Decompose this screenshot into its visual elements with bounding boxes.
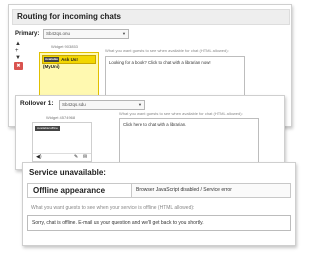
move-up-icon[interactable]: ▲	[15, 41, 21, 47]
rollover-select[interactable]: Sb42qs.sdu ▼	[59, 100, 145, 110]
service-unavailable-panel: Service unavailable: Offline appearance …	[22, 162, 296, 246]
availability-badge: Available	[44, 57, 60, 62]
widget-id: Widget 4574968	[46, 115, 76, 120]
edit-icon[interactable]: ✎	[74, 154, 78, 161]
availability-badge: Available/offline	[35, 126, 60, 131]
rollover-select-value: Sb42qs.sdu	[62, 102, 86, 107]
sound-icon[interactable]: ◀)	[36, 154, 42, 161]
rollover-panel: Rollover 1: Sb42qs.sdu ▼ Widget 4574968 …	[15, 95, 285, 170]
primary-select-value: Sb42qs.onu	[46, 31, 71, 36]
delete-button[interactable]: ✖	[14, 62, 23, 70]
add-icon[interactable]: +	[15, 48, 19, 54]
widget-id: Widget 903853	[51, 44, 78, 49]
chat-widget-preview[interactable]: Available/offline ◀) ✎ ✉	[32, 122, 92, 162]
availability-message-field[interactable]: Click here to chat with a librarian.	[119, 118, 259, 168]
routing-title: Routing for incoming chats	[12, 9, 290, 25]
chevron-down-icon: ▼	[122, 31, 126, 36]
widget-toolbar: ◀) ✎ ✉	[33, 153, 91, 161]
chevron-down-icon: ▼	[138, 102, 142, 107]
availability-hint: What you want guests to see when availab…	[105, 48, 229, 53]
mail-icon[interactable]: ✉	[83, 154, 87, 161]
offline-hint: What you want guests to see when your se…	[31, 205, 195, 211]
rollover-label: Rollover 1:	[20, 100, 54, 107]
chat-widget-header[interactable]: Available Ask Us! (MyUni)	[42, 55, 96, 69]
offline-message-field[interactable]: Sorry, chat is offline. E-mail us your q…	[27, 215, 291, 231]
tab-description: Browser JavaScript disabled / Service er…	[136, 187, 232, 193]
offline-tabs: Offline appearance Browser JavaScript di…	[27, 183, 291, 198]
move-down-icon[interactable]: ▼	[15, 55, 21, 61]
primary-label: Primary:	[15, 31, 40, 37]
availability-hint: What you want guests to see when availab…	[119, 111, 243, 116]
service-title: Service unavailable:	[29, 168, 106, 177]
primary-select[interactable]: Sb42qs.onu ▼	[43, 29, 129, 39]
tab-offline-appearance[interactable]: Offline appearance	[28, 184, 132, 197]
